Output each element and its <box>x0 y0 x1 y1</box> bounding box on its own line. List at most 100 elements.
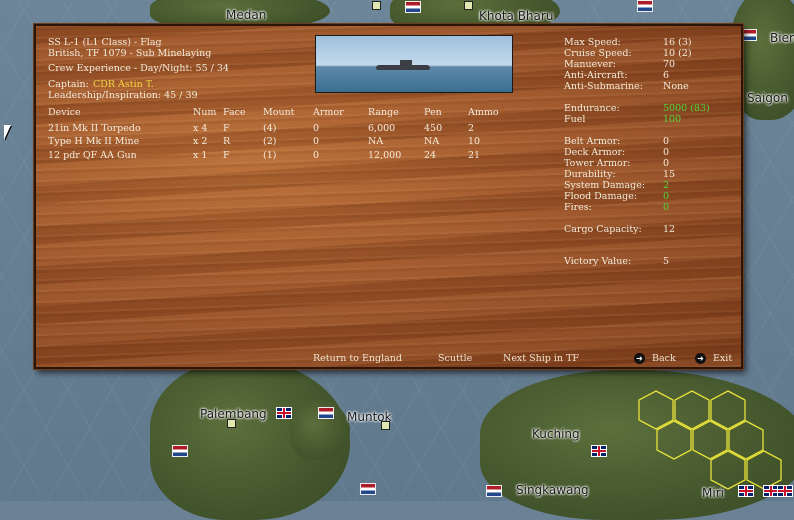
stat-value-aa: 6 <box>663 70 670 81</box>
device-num: x 1 <box>193 150 208 161</box>
ship-title: SS L-1 (L1 Class) - Flag <box>48 37 162 48</box>
device-mount: (1) <box>263 150 277 161</box>
dutch-flag-icon[interactable] <box>486 485 502 497</box>
stat-label: Deck Armor: <box>564 147 626 158</box>
stat-value-tower: 0 <box>663 158 670 169</box>
device-range: 12,000 <box>368 150 402 161</box>
stat-label: Cargo Capacity: <box>564 224 642 235</box>
column-header-mount: Mount <box>263 107 295 118</box>
city-label[interactable]: Kuching <box>532 427 580 441</box>
city-label[interactable]: Singkawang <box>516 483 589 497</box>
british-flag-icon[interactable] <box>738 485 754 497</box>
stat-label: Tower Armor: <box>564 158 631 169</box>
device-name[interactable]: Type H Mk II Mine <box>48 136 139 147</box>
device-name[interactable]: 12 pdr QF AA Gun <box>48 150 137 161</box>
city-label[interactable]: Miri <box>702 486 724 500</box>
stat-label: Endurance: <box>564 103 620 114</box>
stat-value-fires: 0 <box>663 202 670 213</box>
city-label[interactable]: Khota Bharu <box>479 9 553 23</box>
device-ammo: 2 <box>468 123 475 134</box>
stat-label: Fires: <box>564 202 592 213</box>
stat-label: Max Speed: <box>564 37 621 48</box>
base-icon[interactable] <box>381 421 390 430</box>
device-armor: 0 <box>313 123 320 134</box>
flag-icon[interactable] <box>741 29 757 41</box>
device-mount: (4) <box>263 123 277 134</box>
ship-photo <box>315 35 513 93</box>
stat-value-durability: 15 <box>663 169 676 180</box>
crew-experience: Crew Experience - Day/Night: 55 / 34 <box>48 63 229 74</box>
base-icon[interactable] <box>227 419 236 428</box>
submarine-tower <box>400 60 412 66</box>
stat-value-fuel: 100 <box>663 114 682 125</box>
city-label[interactable]: Medan <box>226 8 266 22</box>
device-name[interactable]: 21in Mk II Torpedo <box>48 123 141 134</box>
device-pen: 450 <box>424 123 443 134</box>
back-button[interactable]: Back <box>652 353 676 364</box>
stat-label: Flood Damage: <box>564 191 638 202</box>
stat-label: System Damage: <box>564 180 646 191</box>
stat-value-victory: 5 <box>663 256 670 267</box>
device-ammo: 10 <box>468 136 481 147</box>
stat-label: Victory Value: <box>564 256 632 267</box>
stat-value-max-speed: 16 (3) <box>663 37 692 48</box>
next-ship-button[interactable]: Next Ship in TF <box>503 353 579 364</box>
stat-value-belt: 0 <box>663 136 670 147</box>
stat-label: Fuel <box>564 114 586 125</box>
column-header-range: Range <box>368 107 399 118</box>
stat-value-system-damage: 2 <box>663 180 670 191</box>
hex-outline <box>746 450 782 490</box>
device-num: x 2 <box>193 136 208 147</box>
column-header-pen: Pen <box>424 107 442 118</box>
british-flag-icon[interactable] <box>591 445 607 457</box>
base-icon[interactable] <box>464 1 473 10</box>
mouse-cursor-icon <box>4 125 15 140</box>
device-pen: 24 <box>424 150 437 161</box>
stat-value-endurance: 5000 (83) <box>663 103 710 114</box>
scuttle-button[interactable]: Scuttle <box>438 353 472 364</box>
hex-outline <box>656 420 692 460</box>
device-num: x 4 <box>193 123 208 134</box>
device-face: R <box>223 136 231 147</box>
device-armor: 0 <box>313 136 320 147</box>
stat-value-flood-damage: 0 <box>663 191 670 202</box>
base-icon[interactable] <box>372 1 381 10</box>
british-flag-icon[interactable] <box>777 485 793 497</box>
stat-value-deck: 0 <box>663 147 670 158</box>
hex-outline <box>710 450 746 490</box>
dutch-flag-icon[interactable] <box>360 483 376 495</box>
device-ammo: 21 <box>468 150 481 161</box>
city-label[interactable]: Saigon <box>747 91 788 105</box>
column-header-device: Device <box>48 107 81 118</box>
stat-label: Anti-Submarine: <box>564 81 643 92</box>
column-header-num: Num <box>193 107 217 118</box>
device-mount: (2) <box>263 136 277 147</box>
device-pen: NA <box>424 136 440 147</box>
dutch-flag-icon[interactable] <box>405 1 421 13</box>
stat-value-maneuver: 70 <box>663 59 676 70</box>
column-header-ammo: Ammo <box>468 107 499 118</box>
captain-name-link[interactable]: CDR Astin T. <box>93 79 154 90</box>
dutch-flag-icon[interactable] <box>172 445 188 457</box>
british-flag-icon[interactable] <box>276 407 292 419</box>
back-arrow-icon[interactable]: ➜ <box>634 353 645 364</box>
city-label[interactable]: Bien <box>770 31 794 45</box>
exit-arrow-icon[interactable]: ➜ <box>695 353 706 364</box>
device-face: F <box>223 123 230 134</box>
stat-value-cargo: 12 <box>663 224 676 235</box>
dutch-flag-icon[interactable] <box>637 0 653 12</box>
stat-label: Manuever: <box>564 59 616 70</box>
stat-label: Belt Armor: <box>564 136 621 147</box>
dutch-flag-icon[interactable] <box>318 407 334 419</box>
return-to-england-button[interactable]: Return to England <box>313 353 402 364</box>
column-header-face: Face <box>223 107 246 118</box>
stat-value-asw: None <box>663 81 689 92</box>
exit-button[interactable]: Exit <box>713 353 732 364</box>
stat-label: Anti-Aircraft: <box>564 70 628 81</box>
device-range: NA <box>368 136 384 147</box>
device-range: 6,000 <box>368 123 396 134</box>
device-face: F <box>223 150 230 161</box>
stat-label: Durability: <box>564 169 616 180</box>
stat-value-cruise-speed: 10 (2) <box>663 48 692 59</box>
task-force-line[interactable]: British, TF 1079 - Sub Minelaying <box>48 48 211 59</box>
